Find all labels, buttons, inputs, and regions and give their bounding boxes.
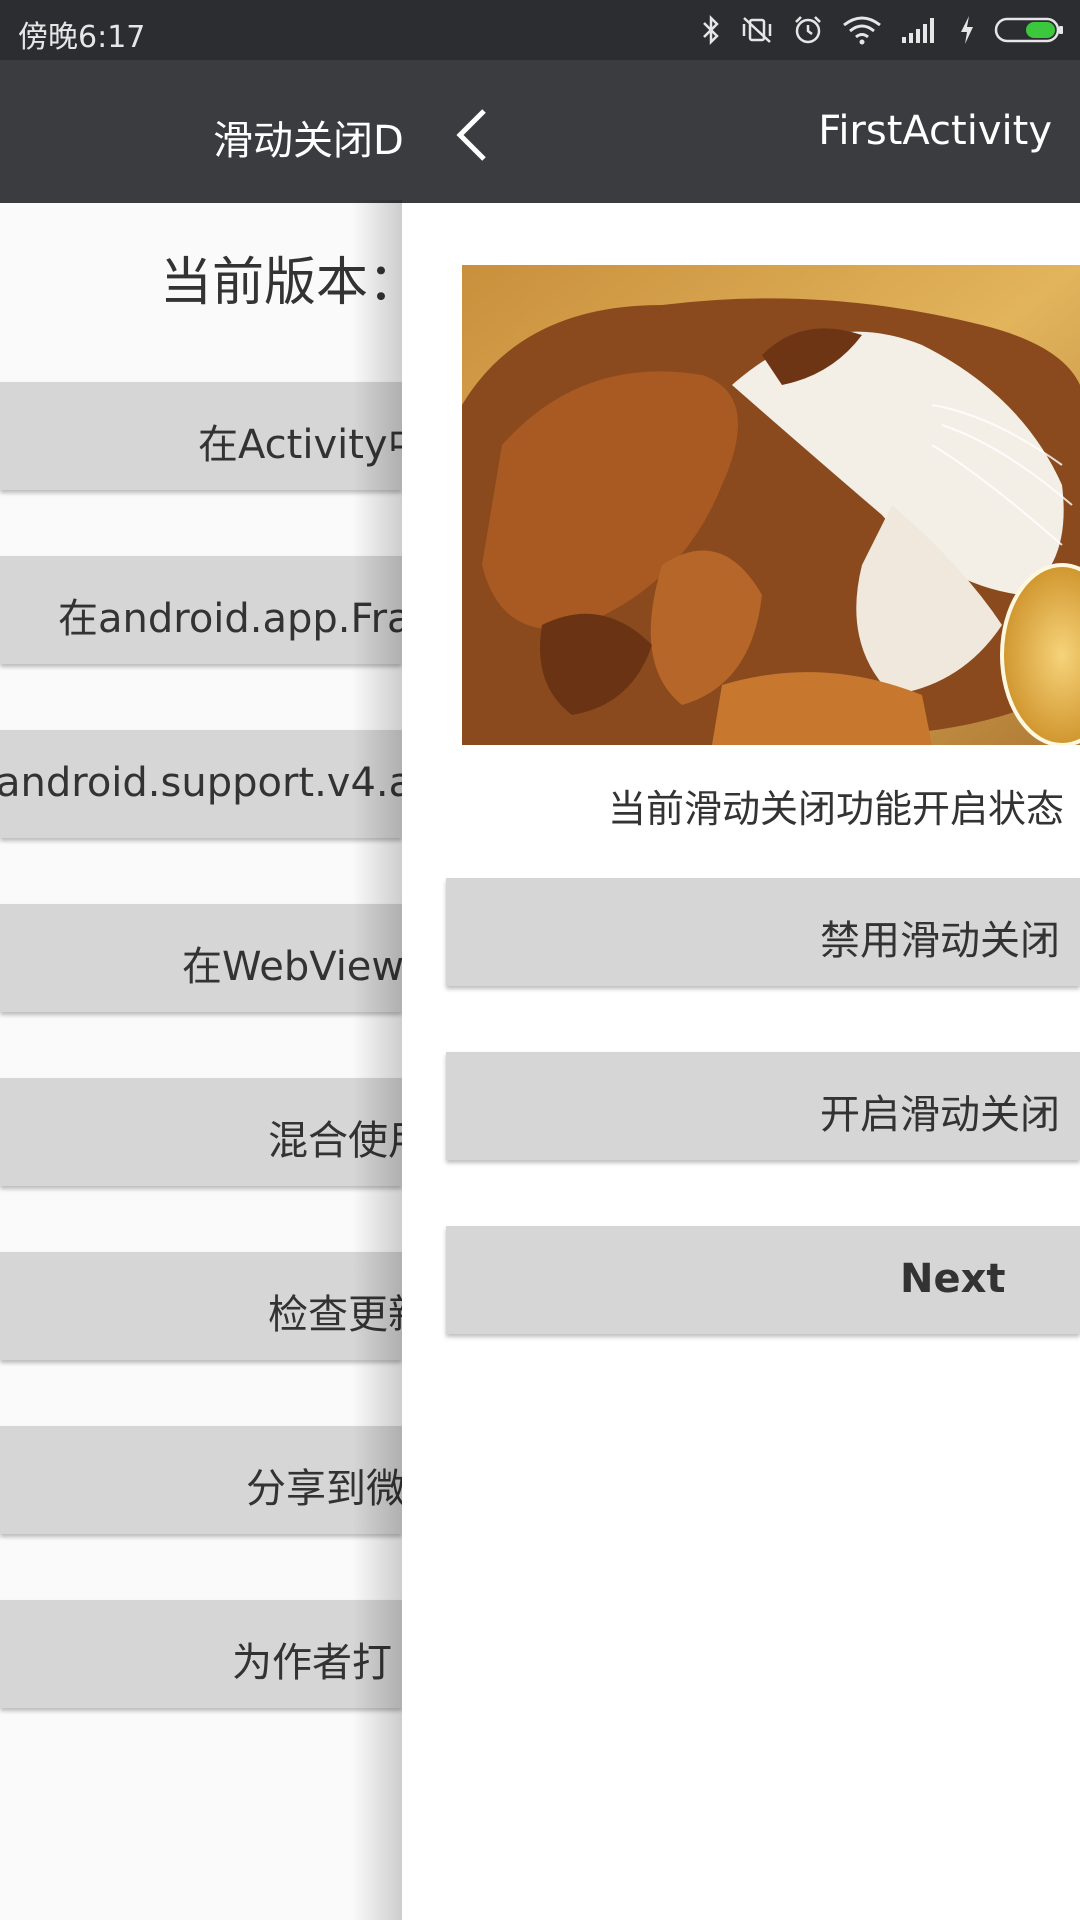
slide-close-status-text: 当前滑动关闭功能开启状态 <box>608 787 1065 831</box>
mixed-usage-button[interactable]: 混合使用 <box>0 1078 402 1186</box>
background-toolbar: 滑动关闭D <box>0 60 402 203</box>
signal-icon <box>900 15 940 45</box>
alarm-icon <box>792 14 824 46</box>
activity-demo-button[interactable]: 在Activity中 <box>0 382 402 490</box>
swipe-shadow <box>352 200 402 1920</box>
page-title: FirstActivity <box>818 108 1052 154</box>
battery-icon <box>994 14 1066 46</box>
donate-button[interactable]: 为作者打 <box>0 1600 402 1708</box>
next-button[interactable]: Next <box>446 1226 1080 1334</box>
enable-swipe-close-button[interactable]: 开启滑动关闭 <box>446 1052 1080 1160</box>
status-icons <box>700 12 1066 48</box>
background-toolbar-title: 滑动关闭D <box>213 118 402 164</box>
charging-icon <box>958 14 976 46</box>
app-fragment-demo-button[interactable]: 在android.app.Frag <box>0 556 402 664</box>
support-fragment-demo-button[interactable]: android.support.v4.ap <box>0 730 402 838</box>
disable-swipe-close-button[interactable]: 禁用滑动关闭 <box>446 878 1080 986</box>
background-activity: 滑动关闭D 当前版本： 在Activity中 在android.app.Frag… <box>0 60 402 1920</box>
vibrate-off-icon <box>740 14 774 46</box>
status-bar: 傍晚6:17 <box>0 0 1080 60</box>
cat-image <box>462 265 1080 745</box>
foreground-toolbar: FirstActivity <box>402 60 1080 203</box>
wifi-icon <box>842 15 882 45</box>
back-button[interactable] <box>442 100 502 170</box>
foreground-activity[interactable]: FirstActivity 当前滑动关闭功能开启状态 禁用滑动关闭 开启滑动关闭… <box>402 60 1080 1920</box>
status-time: 傍晚6:17 <box>18 20 146 55</box>
check-update-button[interactable]: 检查更新 <box>0 1252 402 1360</box>
bluetooth-icon <box>700 14 722 46</box>
webview-demo-button[interactable]: 在WebView <box>0 904 402 1012</box>
share-button[interactable]: 分享到微 <box>0 1426 402 1534</box>
chevron-left-icon <box>456 109 486 161</box>
